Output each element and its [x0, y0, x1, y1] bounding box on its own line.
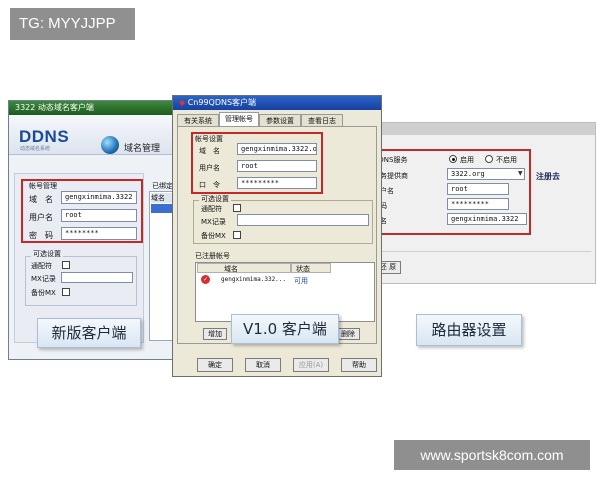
v1-username-label: 用户名	[199, 164, 220, 172]
apply-button[interactable]: 应用(A)	[293, 358, 329, 372]
window-cn99qdns-client: ◆ Cn99QDNS客户端 有关系统 管理帐号 参数设置 查看日志 帐号设置 域…	[172, 95, 382, 377]
v1-account-group-title: 帐号设置	[195, 135, 223, 143]
v1-domain-label: 域 名	[199, 147, 220, 155]
cancel-button[interactable]: 取消	[245, 358, 281, 372]
wildcard-label: 通配符	[31, 262, 52, 270]
router-password-input[interactable]: *********	[447, 198, 509, 210]
v1-options-group-title: 可选设置	[199, 194, 231, 204]
app-icon: ◆	[179, 98, 188, 107]
radio-disable[interactable]	[485, 155, 493, 163]
ddns-logo-subtitle: 动态域名系统	[20, 146, 51, 152]
password-label: 密 码	[29, 231, 53, 240]
check-icon: ✓	[201, 275, 210, 284]
v1-username-input[interactable]: root	[237, 160, 317, 172]
v1-mx-input[interactable]	[237, 214, 369, 226]
v1-backup-mx-label: 备份MX	[201, 232, 226, 240]
help-button[interactable]: 帮助	[341, 358, 377, 372]
domain-label: 域 名	[29, 195, 53, 204]
account-group-title: 帐号管理	[29, 182, 57, 190]
v1-password-label: 口 令	[199, 181, 220, 189]
provider-select[interactable]: 3322.org	[447, 168, 525, 180]
col-status-header[interactable]: 状态	[291, 263, 331, 273]
password-input[interactable]: ********	[61, 227, 137, 240]
v1-wildcard-checkbox[interactable]	[233, 204, 241, 212]
bound-list-title: 已绑定	[152, 182, 173, 190]
username-input[interactable]: root	[61, 209, 137, 222]
tab-about[interactable]: 有关系统	[177, 114, 219, 126]
mx-input[interactable]	[61, 272, 133, 283]
delete-button[interactable]: 删除	[336, 328, 360, 340]
radio-enable[interactable]	[449, 155, 457, 163]
options-group-title: 可选设置	[31, 249, 63, 259]
mx-label: MX记录	[31, 275, 56, 283]
domain-input[interactable]: gengxinmima.3322	[61, 191, 137, 204]
caption-v1-client: V1.0 客户端	[231, 314, 339, 344]
window-title: 3322 动态域名客户端	[9, 101, 183, 115]
username-label: 用户名	[29, 213, 53, 222]
backup-mx-label: 备份MX	[31, 289, 56, 297]
registered-row-domain[interactable]: gengxinmima.332...	[221, 276, 286, 283]
tab-manage-account[interactable]: 管理帐号	[219, 112, 259, 126]
router-domain-input[interactable]: gengxinmima.3322	[447, 213, 527, 225]
tab-domain-management[interactable]: 域名管理	[124, 141, 160, 154]
window-3322-client: 3322 动态域名客户端 DDNS 动态域名系统 域名管理 帐号管理 域 名 g…	[8, 100, 184, 360]
radio-enable-label: 启用	[460, 156, 474, 164]
ddns-logo: DDNS	[19, 127, 70, 146]
v1-password-input[interactable]: *********	[237, 177, 317, 189]
register-link[interactable]: 注册去	[536, 171, 560, 182]
wildcard-checkbox[interactable]	[62, 261, 70, 269]
router-username-input[interactable]: root	[447, 183, 509, 195]
v1-wildcard-label: 通配符	[201, 205, 222, 213]
chevron-down-icon[interactable]: ▼	[518, 169, 524, 179]
col-domain-header[interactable]: 域名	[197, 263, 291, 273]
tab-parameters[interactable]: 参数设置	[259, 114, 301, 126]
globe-icon	[101, 136, 119, 154]
v1-mx-label: MX记录	[201, 218, 226, 226]
registered-group-title: 已注册帐号	[195, 252, 230, 260]
watermark-top: TG: MYYJJPP	[10, 8, 135, 40]
registered-row-status[interactable]: 可用	[294, 276, 308, 286]
v1-domain-input[interactable]: gengxinmima.3322.o	[237, 143, 317, 155]
radio-disable-label: 不启用	[496, 156, 517, 164]
ok-button[interactable]: 确定	[197, 358, 233, 372]
backup-mx-checkbox[interactable]	[62, 288, 70, 296]
watermark-bottom: www.sportsk8com.com	[394, 440, 590, 470]
window-title-text: Cn99QDNS客户端	[187, 98, 257, 107]
caption-new-client: 新版客户端	[37, 318, 141, 348]
add-button[interactable]: 增加	[203, 328, 227, 340]
tab-view-log[interactable]: 查看日志	[301, 114, 343, 126]
caption-router-settings: 路由器设置	[416, 314, 522, 346]
v1-backup-mx-checkbox[interactable]	[233, 231, 241, 239]
window-title: ◆ Cn99QDNS客户端	[173, 96, 381, 110]
